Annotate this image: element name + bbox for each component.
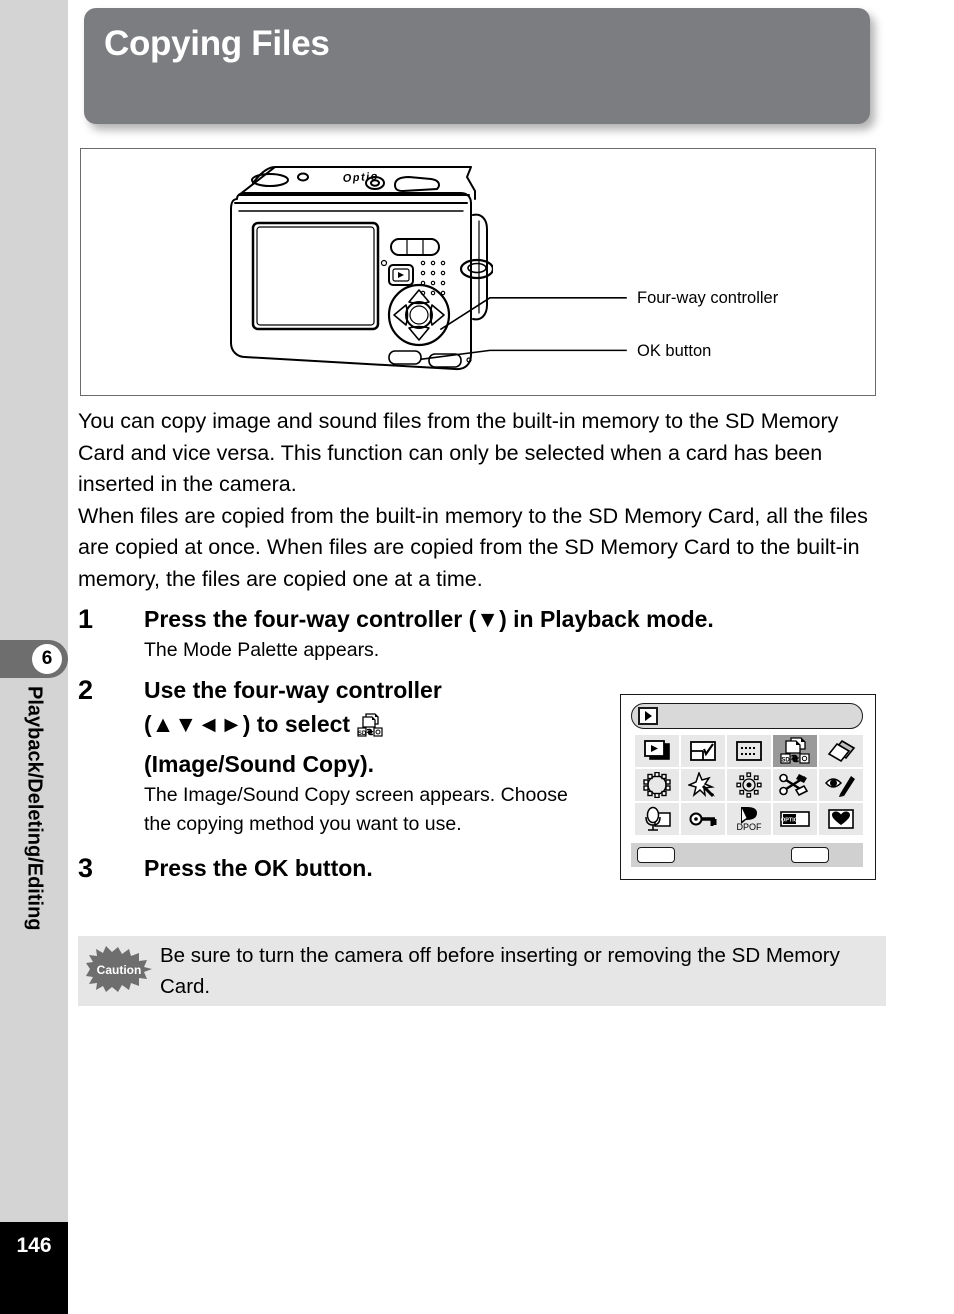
- step-1-body: The Mode Palette appears.: [144, 639, 380, 661]
- chapter-title-text: Playback/Deleting/Editing: [23, 686, 46, 931]
- palette-bottom-left-button[interactable]: [637, 847, 675, 863]
- palette-item-favorite-heart-icon[interactable]: [819, 803, 863, 835]
- palette-item-brightness-filter-icon[interactable]: [727, 769, 771, 801]
- palette-icon-grid: SD DPOF OPTIO: [635, 735, 863, 835]
- chapter-tab: 6: [0, 640, 68, 678]
- palette-item-slideshow-icon[interactable]: [635, 735, 679, 767]
- chapter-title-vertical: Playback/Deleting/Editing: [0, 686, 68, 1046]
- palette-item-startup-screen-icon[interactable]: OPTIO: [773, 803, 817, 835]
- page-header-bar: Copying Files: [84, 8, 870, 124]
- palette-item-image-sound-copy-icon[interactable]: SD: [773, 735, 817, 767]
- palette-top-bar: [631, 703, 863, 729]
- step-2-number: 2: [78, 675, 94, 705]
- svg-text:SD: SD: [358, 731, 367, 737]
- startup-label: OPTIO: [781, 818, 799, 824]
- palette-item-red-eye-pen-icon[interactable]: [819, 769, 863, 801]
- callout-ok-button: OK button: [637, 342, 712, 360]
- step-2-body: The Image/Sound Copy screen appears. Cho…: [144, 784, 568, 835]
- palette-bottom-bar: [631, 843, 863, 867]
- chapter-rail: 6 Playback/Deleting/Editing 146: [0, 0, 68, 1314]
- intro-paragraph-1: You can copy image and sound files from …: [78, 409, 839, 496]
- palette-item-protect-key-icon[interactable]: [681, 803, 725, 835]
- caution-text: Be sure to turn the camera off before in…: [160, 944, 840, 998]
- step-3-number: 3: [78, 853, 94, 883]
- palette-item-rotate-icon[interactable]: [819, 735, 863, 767]
- step-2-heading-line-3: (Image/Sound Copy).: [144, 751, 374, 777]
- svg-text:SD: SD: [781, 758, 790, 764]
- page-content: Copying Files Optio Four-way controller …: [68, 0, 954, 1314]
- intro-text: You can copy image and sound files from …: [78, 406, 886, 595]
- palette-item-digital-filter-icon[interactable]: [681, 769, 725, 801]
- palette-item-crop-icon[interactable]: [727, 735, 771, 767]
- caution-badge-icon: Caution: [86, 946, 152, 992]
- callout-lines: [420, 296, 627, 361]
- figure-camera-diagram: Optio Four-way controller OK button: [80, 148, 876, 396]
- palette-item-voice-memo-icon[interactable]: [635, 803, 679, 835]
- intro-paragraph-2: When files are copied from the built-in …: [78, 503, 868, 591]
- chapter-number-badge: 6: [32, 644, 62, 674]
- step-1-heading: Press the four-way controller (▼) in Pla…: [144, 606, 714, 632]
- page-title: Copying Files: [104, 24, 330, 63]
- step-2-heading-line-2-wrapper: (▲▼◄►) to select SD: [144, 707, 574, 747]
- image-sound-copy-icon: SD: [357, 712, 384, 747]
- palette-item-dpof-icon[interactable]: DPOF: [727, 803, 771, 835]
- playback-mode-icon: [638, 707, 658, 725]
- palette-item-red-eye-scissors-icon[interactable]: [773, 769, 817, 801]
- mode-palette-screenshot: SD DPOF OPTIO: [620, 694, 876, 880]
- step-2-heading-line-2: (▲▼◄►) to select: [144, 711, 351, 737]
- page-number: 146: [0, 1222, 68, 1314]
- caution-box: Caution Be sure to turn the camera off b…: [78, 936, 886, 1006]
- palette-item-frame-composite-icon[interactable]: [635, 769, 679, 801]
- palette-item-resize-icon[interactable]: [681, 735, 725, 767]
- callout-four-way-controller: Four-way controller: [637, 289, 779, 307]
- caution-badge-text: Caution: [97, 963, 142, 977]
- step-1-number: 1: [78, 604, 94, 634]
- palette-bottom-right-button[interactable]: [791, 847, 829, 863]
- dpof-label: DPOF: [736, 822, 762, 832]
- step-1: 1 Press the four-way controller (▼) in P…: [78, 602, 888, 665]
- step-2-heading-line-1: Use the four-way controller: [144, 677, 442, 703]
